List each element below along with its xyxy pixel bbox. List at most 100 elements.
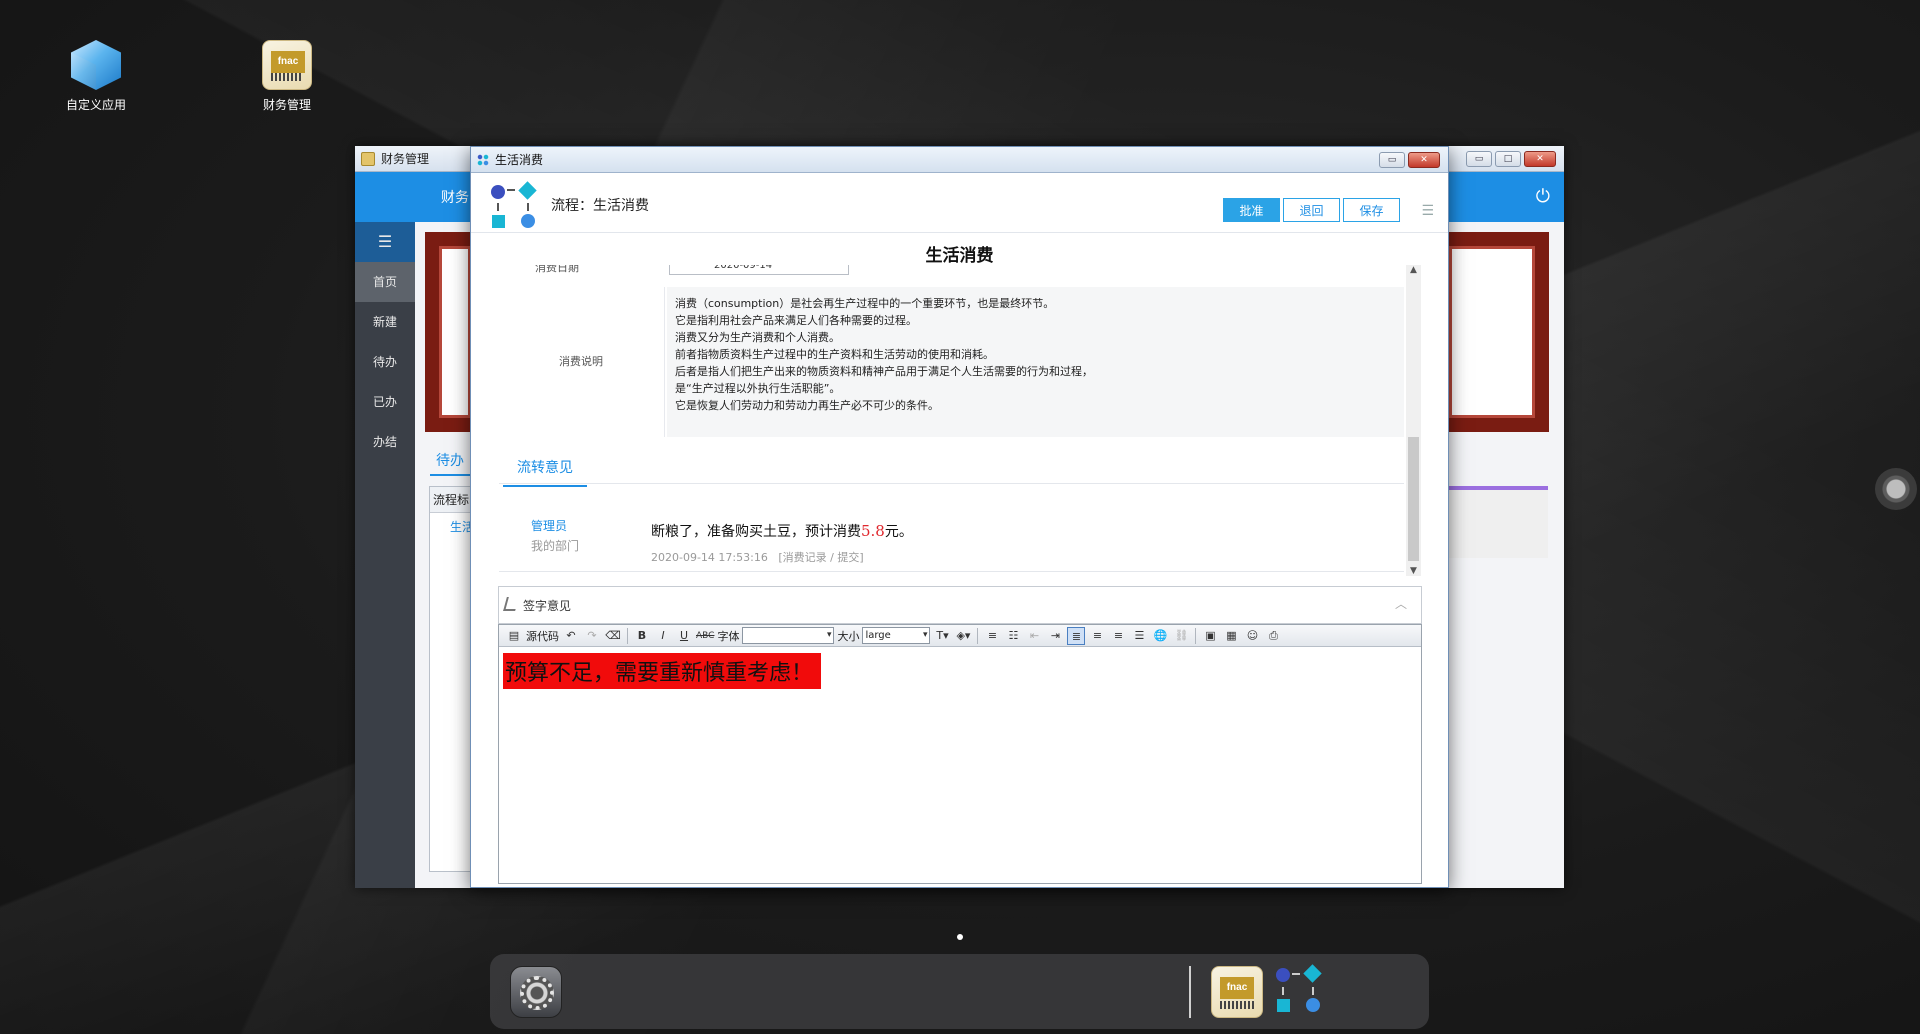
- sidebar-item-done[interactable]: 已办: [355, 382, 415, 422]
- comment-text-after: 元。: [884, 524, 913, 540]
- desktop-icon-finance[interactable]: fnac 财务管理: [239, 40, 335, 113]
- source-code-icon[interactable]: ▤: [505, 627, 523, 645]
- return-button[interactable]: 退回: [1283, 198, 1340, 222]
- minimize-button[interactable]: ▭: [1379, 152, 1405, 168]
- maximize-button[interactable]: □: [1495, 151, 1521, 167]
- pen-icon: [503, 597, 519, 611]
- sign-opinion-header[interactable]: 签字意见 ︿: [498, 586, 1422, 624]
- scroll-up-icon[interactable]: ▲: [1406, 265, 1421, 275]
- source-code-button[interactable]: 源代码: [526, 628, 559, 644]
- eraser-icon[interactable]: ⌫: [604, 627, 622, 645]
- print-icon[interactable]: ⎙: [1264, 627, 1282, 645]
- desktop-icon-custom-app[interactable]: 自定义应用: [48, 40, 144, 113]
- banner-frame-right: [1435, 232, 1549, 432]
- dialog-title: 生活消费: [495, 153, 544, 167]
- process-label: 流程：生活消费: [551, 198, 649, 214]
- tab-todo[interactable]: 待办: [430, 446, 470, 476]
- close-button[interactable]: ✕: [1408, 152, 1440, 168]
- desc-text: 消费（consumption）是社会再生产过程中的一个重要环节，也是最终环节。 …: [667, 287, 1404, 437]
- finance-app-icon: [361, 152, 375, 166]
- chart-panel: [1448, 486, 1548, 558]
- cube-app-icon: [71, 40, 121, 90]
- editor-toolbar: ▤ 源代码 ↶ ↷ ⌫ B I U ABC 字体 大小 large T▾ ◈▾ …: [499, 625, 1421, 647]
- date-row: 消费日期 2020-09-14: [499, 265, 1404, 285]
- save-button[interactable]: 保存: [1343, 198, 1400, 222]
- align-right-icon[interactable]: ≡: [1109, 627, 1127, 645]
- outdent-icon[interactable]: ⇤: [1025, 627, 1043, 645]
- table-icon[interactable]: ▦: [1222, 627, 1240, 645]
- sidebar: ☰ 首页 新建 待办 已办 办结: [355, 222, 415, 888]
- ordered-list-icon[interactable]: ≡: [983, 627, 1001, 645]
- align-center-icon[interactable]: ≡: [1088, 627, 1106, 645]
- emoji-icon[interactable]: ☺: [1243, 627, 1261, 645]
- minimize-button[interactable]: ▭: [1466, 151, 1492, 167]
- comment-text-before: 断粮了，准备购买土豆，预计消费: [651, 524, 861, 540]
- font-select[interactable]: [742, 627, 835, 644]
- comment-text: 断粮了，准备购买土豆，预计消费5.8元。: [651, 521, 913, 541]
- indent-icon[interactable]: ⇥: [1046, 627, 1064, 645]
- unlink-icon[interactable]: ⛓: [1172, 627, 1190, 645]
- underline-icon[interactable]: U: [675, 627, 693, 645]
- app-header-title: 财务: [441, 190, 469, 206]
- desktop-icon-label: 财务管理: [262, 98, 311, 112]
- desc-line: 它是恢复人们劳动力和劳动力再生产必不可少的条件。: [675, 399, 939, 412]
- toolbar-separator: [1195, 627, 1197, 644]
- link-icon[interactable]: 🌐: [1151, 627, 1169, 645]
- size-label: 大小: [837, 629, 860, 643]
- font-label: 字体: [717, 629, 740, 643]
- power-icon[interactable]: ⏻: [1536, 186, 1550, 207]
- comment-meta: 2020-09-14 17:53:16 [消费记录 / 提交]: [651, 549, 864, 565]
- editor-content[interactable]: 预算不足，需要重新慎重考虑！: [499, 647, 1421, 695]
- dock: fnac: [490, 954, 1429, 1029]
- list-menu-icon[interactable]: ☰: [1421, 203, 1434, 219]
- page-indicator: [957, 934, 963, 940]
- strikethrough-icon[interactable]: ABC: [696, 627, 714, 645]
- comment-dept: 我的部门: [531, 539, 580, 553]
- toolbar-separator: [627, 627, 628, 644]
- sidebar-item-todo[interactable]: 待办: [355, 342, 415, 382]
- finance-app-icon: fnac: [262, 40, 312, 90]
- process-dialog: 生活消费 ▭ ✕ 流程：生活消费 批准 退回 保存 ☰ 生活消费 消费日期 20…: [470, 146, 1449, 888]
- sidebar-item-home[interactable]: 首页: [355, 262, 415, 302]
- unordered-list-icon[interactable]: ☷: [1004, 627, 1022, 645]
- dialog-titlebar[interactable]: 生活消费 ▭ ✕: [471, 147, 1448, 173]
- chevron-up-icon[interactable]: ︿: [1395, 595, 1407, 612]
- sidebar-item-new[interactable]: 新建: [355, 302, 415, 342]
- flow-app-icon: [477, 154, 489, 166]
- desc-line: 消费（consumption）是社会再生产过程中的一个重要环节，也是最终环节。: [675, 297, 1055, 310]
- tab-underline: [499, 483, 1404, 484]
- dock-divider: [1189, 966, 1191, 1018]
- window-title: 财务管理: [381, 152, 430, 166]
- sidebar-item-finished[interactable]: 办结: [355, 422, 415, 462]
- scroll-down-icon[interactable]: ▼: [1406, 566, 1421, 576]
- flow-logo-icon: [489, 181, 537, 231]
- desc-line: 它是指利用社会产品来满足人们各种需要的过程。: [675, 314, 917, 327]
- rich-text-editor[interactable]: ▤ 源代码 ↶ ↷ ⌫ B I U ABC 字体 大小 large T▾ ◈▾ …: [498, 624, 1422, 884]
- date-field[interactable]: 2020-09-14: [669, 265, 849, 275]
- size-select[interactable]: large: [862, 627, 931, 644]
- form-scroll-area[interactable]: 消费日期 2020-09-14 消费说明 消费（consumption）是社会再…: [499, 265, 1421, 576]
- comment-user[interactable]: 管理员: [531, 517, 567, 534]
- close-button[interactable]: ✕: [1524, 151, 1556, 167]
- align-left-icon[interactable]: ≣: [1067, 626, 1086, 645]
- finance-app-icon[interactable]: fnac: [1211, 966, 1263, 1018]
- italic-icon[interactable]: I: [654, 627, 672, 645]
- approve-button[interactable]: 批准: [1223, 198, 1280, 222]
- settings-icon[interactable]: [510, 966, 562, 1018]
- tab-comments[interactable]: 流转意见: [503, 453, 587, 487]
- image-icon[interactable]: ▣: [1201, 627, 1219, 645]
- desc-label-cell: 消费说明: [499, 287, 665, 437]
- undo-icon[interactable]: ↶: [562, 627, 580, 645]
- flow-app-icon[interactable]: [1274, 964, 1326, 1018]
- text-color-icon[interactable]: T▾: [933, 627, 951, 645]
- align-justify-icon[interactable]: ☰: [1130, 627, 1148, 645]
- menu-icon[interactable]: ☰: [355, 222, 415, 262]
- bold-icon[interactable]: B: [633, 627, 651, 645]
- divider: [499, 571, 1404, 572]
- redo-icon[interactable]: ↷: [583, 627, 601, 645]
- desc-line: 前者指物质资料生产过程中的生产资料和生活劳动的使用和消耗。: [675, 348, 994, 361]
- assistive-touch-icon[interactable]: [1875, 468, 1917, 510]
- background-color-icon[interactable]: ◈▾: [954, 627, 972, 645]
- scroll-thumb[interactable]: [1408, 437, 1419, 561]
- vertical-scrollbar[interactable]: ▲ ▼: [1406, 265, 1421, 576]
